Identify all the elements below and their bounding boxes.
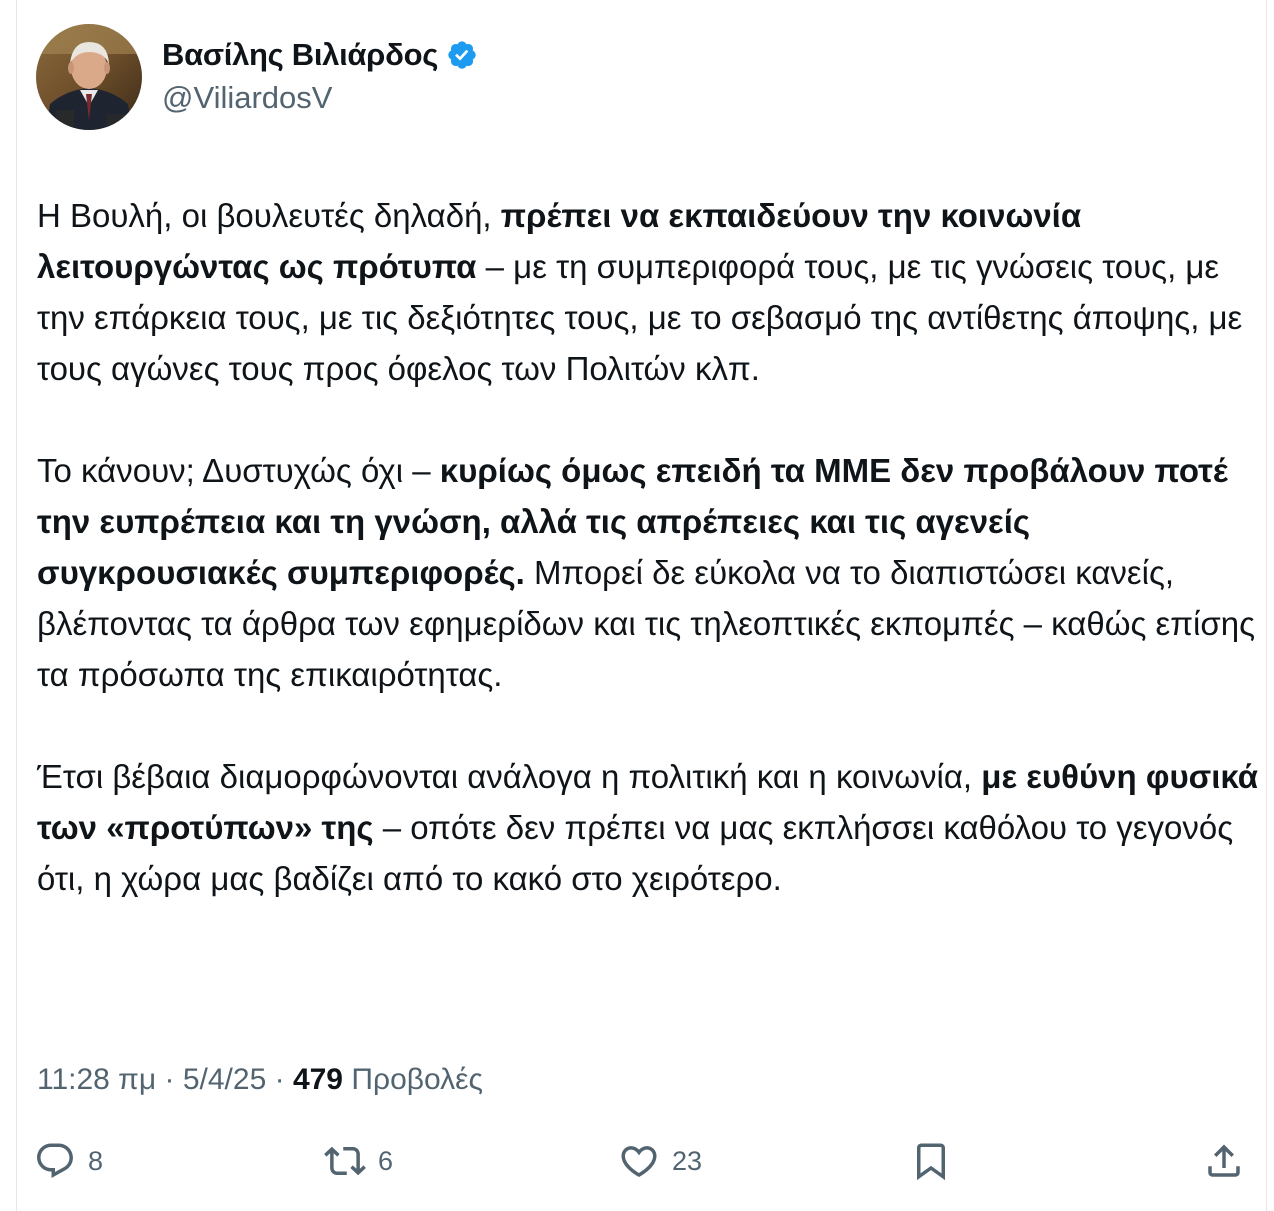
text-run: Το κάνουν; Δυστυχώς όχι – [37,452,440,489]
views-count: 479 [292,1063,343,1096]
meta-separator: · [156,1063,183,1096]
repost-count: 6 [378,1145,394,1176]
author-handle[interactable]: @ViliardosV [162,80,332,116]
author-display-name[interactable]: Βασίλης Βιλιάρδος [162,37,438,73]
meta-separator: · [266,1063,293,1096]
text-run: Έτσι βέβαια διαμορφώνονται ανάλογα η πολ… [37,758,982,795]
tweet-text: Η Βουλή, οι βουλευτές δηλαδή, πρέπει να … [37,190,1259,955]
action-bar: 8 6 23 [0,1136,1274,1186]
share-icon [1203,1140,1245,1182]
views-label: Προβολές [343,1063,483,1096]
tweet-paragraph: Το κάνουν; Δυστυχώς όχι – κυρίως όμως επ… [37,445,1259,700]
like-button[interactable]: 23 [618,1136,702,1186]
bookmark-button[interactable] [910,1136,952,1186]
avatar[interactable] [36,24,142,130]
author-name-row: Βασίλης Βιλιάρδος [162,37,478,73]
reply-button[interactable]: 8 [34,1136,103,1186]
left-divider [16,0,17,1211]
avatar-photo [36,24,142,130]
tweet-time[interactable]: 11:28 πμ [37,1063,156,1096]
tweet-card: Βασίλης Βιλιάρδος @ViliardosV Η Βουλή, ο… [0,0,1274,1211]
bookmark-icon [910,1140,952,1182]
verified-badge-icon[interactable] [446,39,478,71]
tweet-paragraph: Η Βουλή, οι βουλευτές δηλαδή, πρέπει να … [37,190,1259,394]
tweet-meta: 11:28 πμ · 5/4/25 · 479 Προβολές [37,1063,483,1097]
share-button[interactable] [1203,1136,1245,1186]
reply-icon [34,1140,76,1182]
like-count: 23 [672,1145,703,1176]
right-divider [1266,0,1267,1211]
repost-icon [324,1140,366,1182]
reply-count: 8 [88,1145,104,1176]
repost-button[interactable]: 6 [324,1136,393,1186]
tweet-date[interactable]: 5/4/25 [183,1063,266,1096]
text-run: Η Βουλή, οι βουλευτές δηλαδή, [37,197,501,234]
tweet-paragraph: Έτσι βέβαια διαμορφώνονται ανάλογα η πολ… [37,751,1259,904]
heart-icon [618,1140,660,1182]
